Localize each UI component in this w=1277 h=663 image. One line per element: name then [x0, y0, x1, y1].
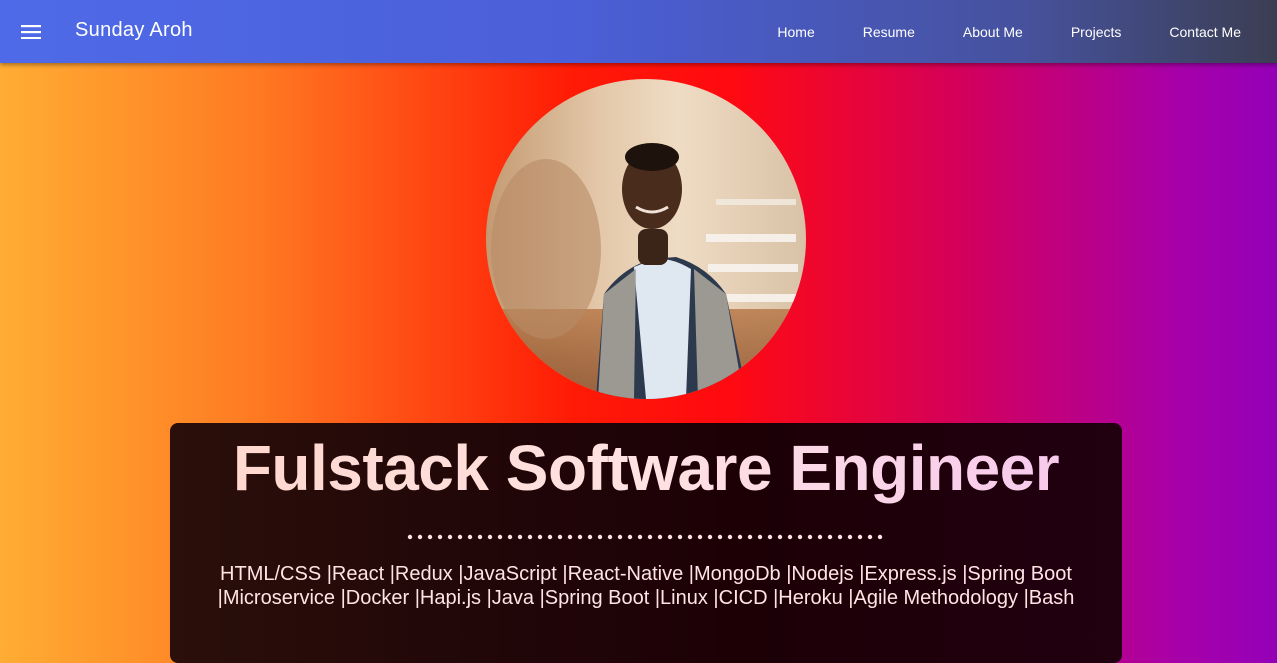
divider-dot: [427, 534, 433, 540]
nav-contact-me[interactable]: Contact Me: [1169, 24, 1241, 40]
divider-dot: [757, 534, 763, 540]
skills-line-1: HTML/CSS |React |Redux |JavaScript |Reac…: [220, 563, 1072, 585]
divider-dot: [777, 534, 783, 540]
divider-dot: [857, 534, 863, 540]
divider-dot: [547, 534, 553, 540]
divider-dot: [417, 534, 423, 540]
divider-dot: [697, 534, 703, 540]
divider-dot: [617, 534, 623, 540]
divider-dot: [577, 534, 583, 540]
divider-dot: [657, 534, 663, 540]
nav-about-me[interactable]: About Me: [963, 24, 1023, 40]
divider-dot: [817, 534, 823, 540]
divider-dot: [487, 534, 493, 540]
divider-dot: [797, 534, 803, 540]
avatar: [486, 79, 806, 399]
nav-resume[interactable]: Resume: [863, 24, 915, 40]
divider-dot: [737, 534, 743, 540]
divider-dot: [717, 534, 723, 540]
divider-dot: [727, 534, 733, 540]
divider-dot: [587, 534, 593, 540]
divider-dot: [477, 534, 483, 540]
divider-dot: [447, 534, 453, 540]
nav-home[interactable]: Home: [777, 24, 814, 40]
menu-icon[interactable]: [12, 13, 50, 51]
dotted-divider: [407, 534, 883, 540]
divider-dot: [747, 534, 753, 540]
divider-dot: [847, 534, 853, 540]
divider-dot: [567, 534, 573, 540]
divider-dot: [677, 534, 683, 540]
divider-dot: [667, 534, 673, 540]
divider-dot: [827, 534, 833, 540]
divider-dot: [607, 534, 613, 540]
divider-dot: [807, 534, 813, 540]
nav-projects[interactable]: Projects: [1071, 24, 1122, 40]
divider-dot: [597, 534, 603, 540]
divider-dot: [497, 534, 503, 540]
divider-dot: [517, 534, 523, 540]
divider-dot: [867, 534, 873, 540]
main-nav: Home Resume About Me Projects Contact Me: [729, 0, 1241, 63]
divider-dot: [407, 534, 413, 540]
skills-line-2: |Microservice |Docker |Hapi.js |Java |Sp…: [217, 587, 1075, 609]
divider-dot: [457, 534, 463, 540]
divider-dot: [837, 534, 843, 540]
skills-list: HTML/CSS |React |Redux |JavaScript |Reac…: [190, 562, 1102, 610]
divider-dot: [647, 534, 653, 540]
divider-dot: [557, 534, 563, 540]
divider-dot: [767, 534, 773, 540]
divider-dot: [787, 534, 793, 540]
divider-dot: [877, 534, 883, 540]
divider-dot: [537, 534, 543, 540]
divider-dot: [637, 534, 643, 540]
divider-dot: [437, 534, 443, 540]
hero-title: Fulstack Software Engineer: [170, 431, 1122, 505]
divider-dot: [467, 534, 473, 540]
brand-title[interactable]: Sunday Aroh: [75, 19, 193, 42]
divider-dot: [707, 534, 713, 540]
divider-dot: [507, 534, 513, 540]
divider-dot: [627, 534, 633, 540]
divider-dot: [687, 534, 693, 540]
divider-dot: [527, 534, 533, 540]
app-bar: Sunday Aroh Home Resume About Me Project…: [0, 0, 1277, 63]
hero-card: Fulstack Software Engineer HTML/CSS |Rea…: [170, 423, 1122, 663]
